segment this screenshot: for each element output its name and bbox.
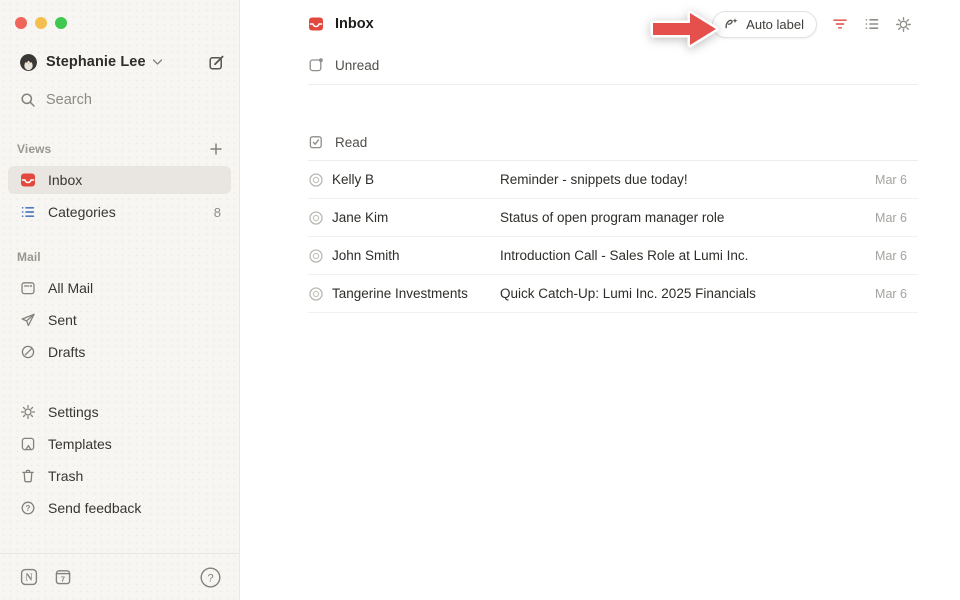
- trash-icon: [20, 468, 36, 484]
- sidebar-item-send-feedback[interactable]: ? Send feedback: [8, 494, 231, 522]
- auto-label-label: Auto label: [746, 17, 804, 32]
- templates-label: Templates: [48, 436, 112, 452]
- sidebar-item-trash[interactable]: Trash: [8, 462, 231, 490]
- sent-label: Sent: [48, 312, 77, 328]
- sidebar-item-categories[interactable]: Categories 8: [8, 198, 231, 226]
- inbox-icon: [308, 16, 324, 32]
- read-section-header[interactable]: Read: [308, 128, 918, 156]
- gear-icon: [20, 404, 36, 420]
- sidebar-footer: N 7 ?: [0, 553, 239, 600]
- search-button[interactable]: Search: [20, 88, 225, 112]
- close-window-button[interactable]: [15, 17, 27, 29]
- read-status-icon: [308, 248, 332, 264]
- divider: [308, 84, 918, 85]
- all-mail-icon: [20, 280, 36, 296]
- header-actions: Auto label: [712, 11, 912, 38]
- email-subject: Quick Catch-Up: Lumi Inc. 2025 Financial…: [500, 286, 854, 301]
- notion-logo-icon[interactable]: N: [20, 568, 38, 586]
- svg-text:?: ?: [207, 572, 213, 584]
- svg-text:7: 7: [61, 574, 65, 583]
- email-subject: Introduction Call - Sales Role at Lumi I…: [500, 248, 854, 263]
- trash-label: Trash: [48, 468, 83, 484]
- read-checkbox-icon: [308, 134, 324, 150]
- zoom-window-button[interactable]: [55, 17, 67, 29]
- email-row[interactable]: Kelly B Reminder - snippets due today! M…: [308, 161, 918, 199]
- sidebar-item-inbox[interactable]: Inbox: [8, 166, 231, 194]
- unread-icon: [308, 57, 324, 73]
- page-title: Inbox: [335, 16, 374, 32]
- svg-text:?: ?: [26, 504, 31, 513]
- user-name: Stephanie Lee: [46, 54, 146, 70]
- categories-label: Categories: [48, 204, 116, 220]
- compose-button[interactable]: [208, 54, 225, 71]
- drafts-icon: [20, 344, 36, 360]
- minimize-window-button[interactable]: [35, 17, 47, 29]
- inbox-icon: [20, 172, 36, 188]
- email-sender: John Smith: [332, 248, 500, 263]
- settings-label: Settings: [48, 404, 99, 420]
- inbox-view: Inbox Auto label: [240, 0, 960, 600]
- categories-icon: [20, 204, 36, 220]
- avatar: [20, 54, 37, 71]
- sidebar: Stephanie Lee Searc: [0, 0, 240, 600]
- help-icon[interactable]: ?: [200, 567, 221, 588]
- email-row[interactable]: Jane Kim Status of open program manager …: [308, 199, 918, 237]
- filter-icon[interactable]: [831, 15, 849, 33]
- chevron-down-icon: [152, 58, 163, 66]
- email-row[interactable]: John Smith Introduction Call - Sales Rol…: [308, 237, 918, 275]
- sidebar-item-drafts[interactable]: Drafts: [8, 338, 231, 366]
- sidebar-item-templates[interactable]: Templates: [8, 430, 231, 458]
- view-header: Inbox Auto label: [308, 9, 918, 39]
- email-row[interactable]: Tangerine Investments Quick Catch-Up: Lu…: [308, 275, 918, 313]
- all-mail-label: All Mail: [48, 280, 93, 296]
- read-status-icon: [308, 172, 332, 188]
- add-view-button[interactable]: [209, 142, 223, 156]
- auto-label-button[interactable]: Auto label: [712, 11, 817, 38]
- sidebar-item-all-mail[interactable]: All Mail: [8, 274, 231, 302]
- account-switcher[interactable]: Stephanie Lee: [20, 50, 225, 74]
- email-date: Mar 6: [854, 211, 918, 225]
- views-section-header: Views: [17, 140, 223, 158]
- email-sender: Jane Kim: [332, 210, 500, 225]
- email-sender: Kelly B: [332, 172, 500, 187]
- sidebar-item-settings[interactable]: Settings: [8, 398, 231, 426]
- inbox-label: Inbox: [48, 172, 82, 188]
- unread-section-header[interactable]: Unread: [308, 51, 918, 79]
- email-sender: Tangerine Investments: [332, 286, 500, 301]
- drafts-label: Drafts: [48, 344, 85, 360]
- send-feedback-label: Send feedback: [48, 500, 141, 516]
- read-status-icon: [308, 286, 332, 302]
- calendar-icon[interactable]: 7: [54, 568, 72, 586]
- read-label: Read: [335, 135, 367, 150]
- search-icon: [20, 92, 36, 108]
- mail-app-window: Stephanie Lee Searc: [0, 0, 960, 600]
- list-view-icon[interactable]: [863, 15, 881, 33]
- unread-label: Unread: [335, 58, 379, 73]
- search-label: Search: [46, 92, 92, 108]
- templates-icon: [20, 436, 36, 452]
- read-status-icon: [308, 210, 332, 226]
- views-header-label: Views: [17, 142, 51, 156]
- email-date: Mar 6: [854, 173, 918, 187]
- sidebar-item-sent[interactable]: Sent: [8, 306, 231, 334]
- sent-icon: [20, 312, 36, 328]
- email-subject: Status of open program manager role: [500, 210, 854, 225]
- feedback-question-icon: ?: [20, 500, 36, 516]
- mail-section-header: Mail: [17, 248, 223, 266]
- email-date: Mar 6: [854, 249, 918, 263]
- svg-text:N: N: [25, 573, 33, 584]
- window-controls: [15, 17, 239, 29]
- settings-gear-icon[interactable]: [895, 16, 912, 33]
- mail-header-label: Mail: [17, 250, 41, 264]
- compose-icon: [208, 54, 225, 71]
- categories-count-badge: 8: [214, 205, 221, 220]
- auto-label-sparkle-icon: [723, 16, 739, 32]
- email-subject: Reminder - snippets due today!: [500, 172, 854, 187]
- email-date: Mar 6: [854, 287, 918, 301]
